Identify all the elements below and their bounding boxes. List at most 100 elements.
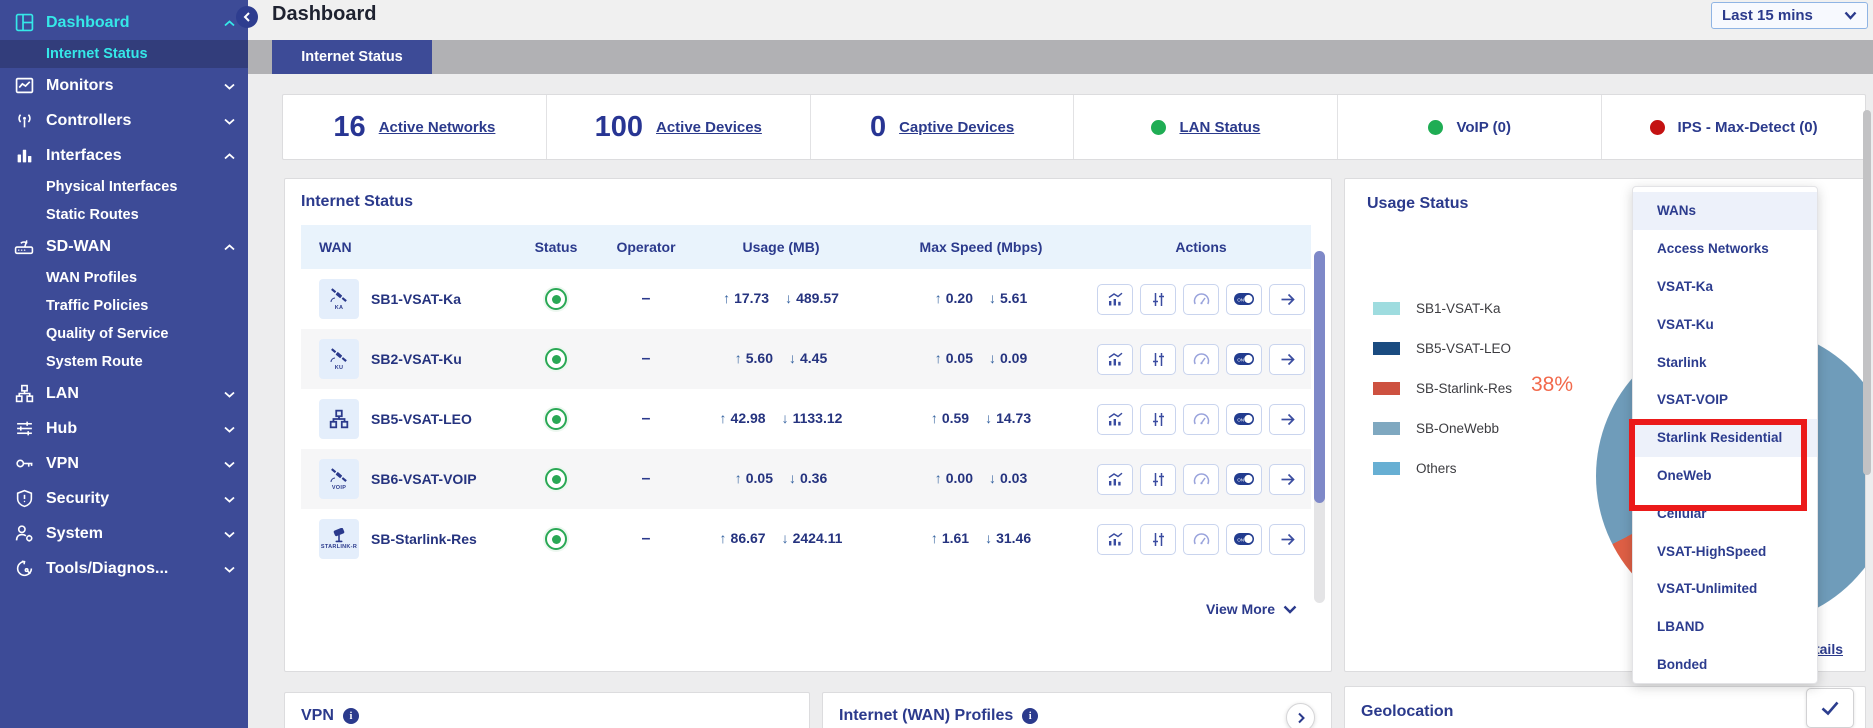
- go-to-detail-arrow-button[interactable]: [1269, 524, 1305, 555]
- enable-toggle-button[interactable]: ON: [1226, 284, 1262, 315]
- dropdown-item-vsat-unlimited[interactable]: VSAT-Unlimited: [1633, 570, 1817, 608]
- sidebar-item-system-route[interactable]: System Route: [0, 348, 248, 376]
- wan-name: SB5-VSAT-LEO: [371, 411, 472, 427]
- legend-label: SB-OneWebb: [1416, 421, 1499, 436]
- sidebar-item-wan-profiles[interactable]: WAN Profiles: [0, 264, 248, 292]
- sidebar-item-tools-diagnostics[interactable]: Tools/Diagnos...: [0, 551, 248, 586]
- chart-action-button[interactable]: [1097, 464, 1133, 495]
- sidebar-item-internet-status[interactable]: Internet Status: [0, 40, 248, 68]
- dropdown-item-vsat-voip[interactable]: VSAT-VOIP: [1633, 381, 1817, 419]
- sliders-action-button[interactable]: [1140, 524, 1176, 555]
- speed-gauge-action-button[interactable]: [1183, 404, 1219, 435]
- col-header-usage: Usage (MB): [691, 239, 871, 255]
- active-devices-link[interactable]: Active Devices: [656, 119, 762, 136]
- speed-gauge-action-button[interactable]: [1183, 524, 1219, 555]
- download-arrow-icon: ↓: [989, 470, 996, 486]
- dropdown-item-wans[interactable]: WANs: [1633, 192, 1817, 230]
- time-range-select[interactable]: Last 15 mins: [1711, 2, 1868, 29]
- chart-action-button[interactable]: [1097, 344, 1133, 375]
- green-status-dot: [1151, 120, 1166, 135]
- dropdown-item-vsat-ku[interactable]: VSAT-Ku: [1633, 305, 1817, 343]
- lan-status-link[interactable]: LAN Status: [1179, 119, 1260, 136]
- chevron-down-icon: [1283, 601, 1297, 617]
- enable-toggle-button[interactable]: ON: [1226, 344, 1262, 375]
- table-row[interactable]: KU SB2-VSAT-Ku – ↑5.60↓4.45 ↑0.05↓0.09 O…: [301, 329, 1311, 389]
- panel-expand-arrow-button[interactable]: [1286, 703, 1315, 728]
- sliders-action-button[interactable]: [1140, 464, 1176, 495]
- active-networks-link[interactable]: Active Networks: [379, 119, 496, 136]
- wan-type-dropdown-menu: WANs Access Networks VSAT-Ka VSAT-Ku Sta…: [1632, 186, 1818, 684]
- table-row[interactable]: SB5-VSAT-LEO – ↑42.98↓1133.12 ↑0.59↓14.7…: [301, 389, 1311, 449]
- tab-internet-status[interactable]: Internet Status: [272, 40, 432, 74]
- speed-gauge-action-button[interactable]: [1183, 284, 1219, 315]
- table-row[interactable]: KA SB1-VSAT-Ka – ↑17.73↓489.57 ↑0.20↓5.6…: [301, 269, 1311, 329]
- info-icon[interactable]: i: [1022, 708, 1038, 724]
- chart-action-button[interactable]: [1097, 524, 1133, 555]
- sidebar-item-quality-of-service[interactable]: Quality of Service: [0, 320, 248, 348]
- speed-gauge-action-button[interactable]: [1183, 464, 1219, 495]
- panel-title: VPN: [301, 707, 334, 725]
- table-scrollbar[interactable]: [1314, 251, 1325, 603]
- dropdown-item-starlink[interactable]: Starlink: [1633, 343, 1817, 381]
- sidebar-item-label: Internet Status: [46, 46, 148, 62]
- dropdown-item-oneweb[interactable]: OneWeb: [1633, 457, 1817, 495]
- sidebar-item-dashboard[interactable]: Dashboard: [0, 5, 248, 40]
- voip-label: VoIP (0): [1456, 119, 1510, 136]
- sidebar-item-monitors[interactable]: Monitors: [0, 68, 248, 103]
- download-arrow-icon: ↓: [785, 290, 792, 306]
- legend-swatch: [1373, 462, 1400, 475]
- map-check-control[interactable]: [1806, 688, 1854, 728]
- page-scrollbar-thumb[interactable]: [1863, 110, 1871, 475]
- dropdown-item-vsat-ka[interactable]: VSAT-Ka: [1633, 268, 1817, 306]
- dropdown-item-cellular[interactable]: Cellular: [1633, 494, 1817, 532]
- sidebar-item-controllers[interactable]: Controllers: [0, 103, 248, 138]
- operator-value: –: [601, 530, 691, 548]
- chart-action-button[interactable]: [1097, 404, 1133, 435]
- sidebar-item-hub[interactable]: Hub: [0, 411, 248, 446]
- sidebar-item-vpn[interactable]: VPN: [0, 446, 248, 481]
- go-to-detail-arrow-button[interactable]: [1269, 464, 1305, 495]
- view-more-link[interactable]: View More: [1206, 601, 1297, 617]
- sidebar-item-label: VPN: [46, 455, 79, 473]
- sdwan-icon: [11, 237, 37, 256]
- sidebar-item-system[interactable]: System: [0, 516, 248, 551]
- table-row[interactable]: VOIP SB6-VSAT-VOIP – ↑0.05↓0.36 ↑0.00↓0.…: [301, 449, 1311, 509]
- enable-toggle-button[interactable]: ON: [1226, 524, 1262, 555]
- sidebar-item-security[interactable]: Security: [0, 481, 248, 516]
- go-to-detail-arrow-button[interactable]: [1269, 284, 1305, 315]
- dropdown-item-bonded[interactable]: Bonded: [1633, 646, 1817, 684]
- sidebar-item-lan[interactable]: LAN: [0, 376, 248, 411]
- go-to-detail-arrow-button[interactable]: [1269, 404, 1305, 435]
- sidebar-item-physical-interfaces[interactable]: Physical Interfaces: [0, 173, 248, 201]
- usage-down: 2424.11: [793, 530, 843, 546]
- upload-arrow-icon: ↑: [735, 350, 742, 366]
- usage-up: 42.98: [731, 410, 766, 426]
- sliders-action-button[interactable]: [1140, 284, 1176, 315]
- sidebar-collapse-button[interactable]: [236, 6, 258, 28]
- dropdown-item-lband[interactable]: LBAND: [1633, 608, 1817, 646]
- table-row[interactable]: STARLINK-R SB-Starlink-Res – ↑86.67↓2424…: [301, 509, 1311, 569]
- info-icon[interactable]: i: [343, 708, 359, 724]
- dropdown-item-starlink-residential[interactable]: Starlink Residential: [1633, 419, 1817, 457]
- go-to-detail-arrow-button[interactable]: [1269, 344, 1305, 375]
- dropdown-item-access-networks[interactable]: Access Networks: [1633, 230, 1817, 268]
- wan-table: WAN Status Operator Usage (MB) Max Speed…: [301, 225, 1311, 569]
- enable-toggle-button[interactable]: ON: [1226, 464, 1262, 495]
- status-connected-dot: [545, 348, 567, 370]
- sliders-action-button[interactable]: [1140, 404, 1176, 435]
- sliders-action-button[interactable]: [1140, 344, 1176, 375]
- sidebar-item-sdwan[interactable]: SD-WAN: [0, 229, 248, 264]
- chevron-down-icon: [224, 525, 235, 543]
- download-arrow-icon: ↓: [985, 530, 992, 546]
- dropdown-item-vsat-highspeed[interactable]: VSAT-HighSpeed: [1633, 532, 1817, 570]
- enable-toggle-button[interactable]: ON: [1226, 404, 1262, 435]
- table-scrollbar-thumb[interactable]: [1314, 251, 1325, 503]
- wan-icon-badge: VOIP: [332, 485, 346, 491]
- chart-action-button[interactable]: [1097, 284, 1133, 315]
- sidebar-item-traffic-policies[interactable]: Traffic Policies: [0, 292, 248, 320]
- captive-devices-link[interactable]: Captive Devices: [899, 119, 1014, 136]
- chevron-down-icon: [224, 560, 235, 578]
- speed-gauge-action-button[interactable]: [1183, 344, 1219, 375]
- sidebar-item-interfaces[interactable]: Interfaces: [0, 138, 248, 173]
- sidebar-item-static-routes[interactable]: Static Routes: [0, 201, 248, 229]
